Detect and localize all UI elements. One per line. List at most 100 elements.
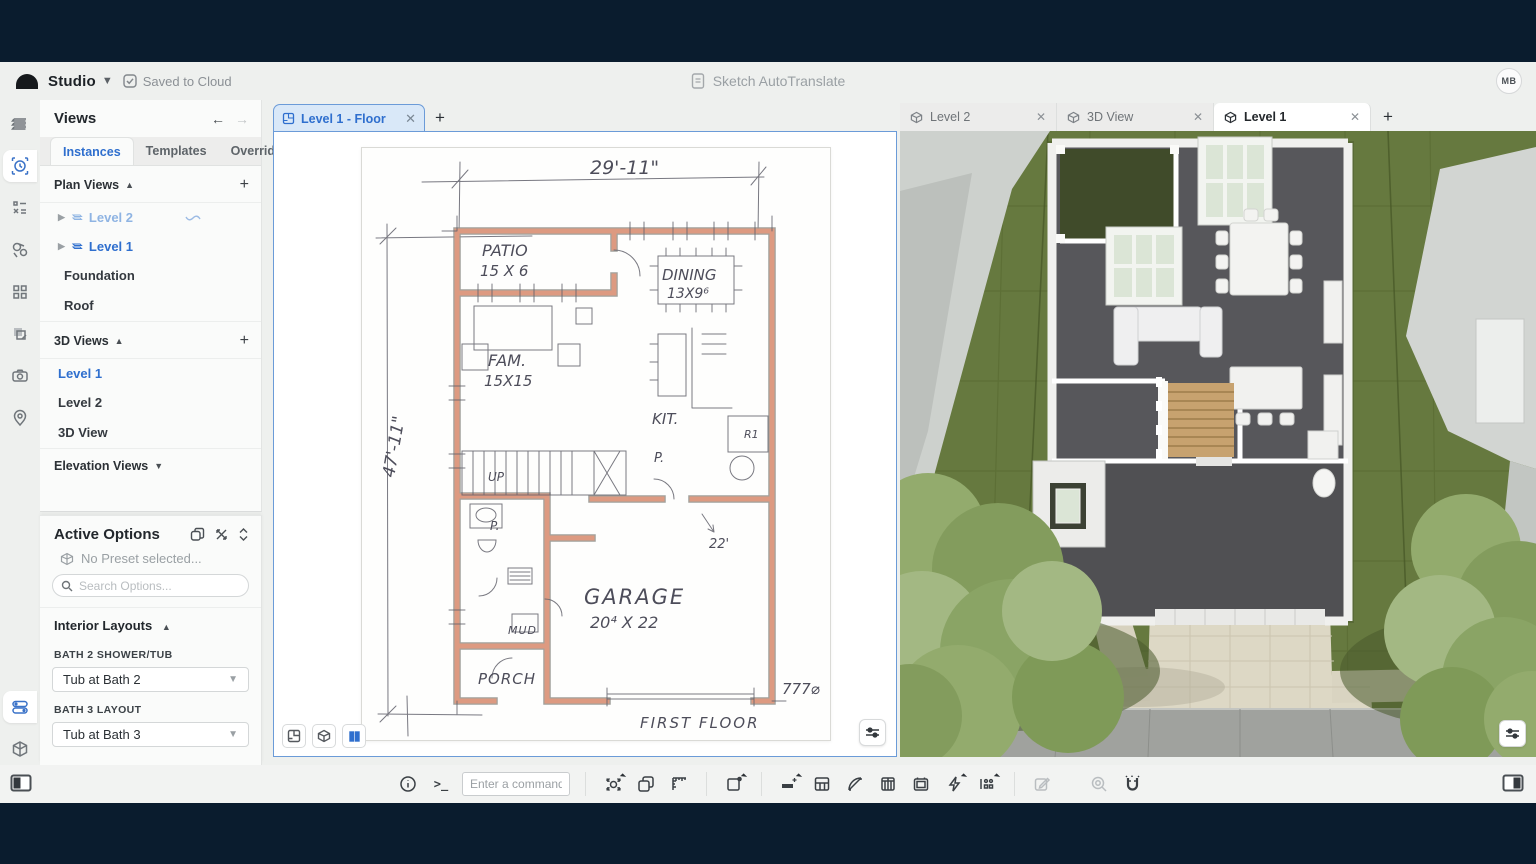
tab-templates[interactable]: Templates bbox=[134, 137, 219, 165]
close-icon[interactable]: ✕ bbox=[405, 111, 416, 127]
canvas-view-buttons bbox=[282, 724, 366, 748]
find-lookup-icon[interactable] bbox=[1087, 772, 1111, 796]
3d-viewport[interactable] bbox=[900, 131, 1536, 757]
checkbox-checked-icon[interactable] bbox=[123, 74, 137, 88]
svg-text:29'-11": 29'-11" bbox=[590, 157, 659, 179]
3d-views-header[interactable]: 3D Views ▲ + bbox=[40, 322, 261, 359]
interior-layouts-header[interactable]: Interior Layouts ▲ bbox=[40, 607, 261, 639]
collapse-caret-icon: ▲ bbox=[115, 336, 124, 346]
avatar[interactable]: MB bbox=[1496, 68, 1522, 94]
window-tool-icon[interactable] bbox=[810, 772, 834, 796]
add-plan-view-button[interactable]: + bbox=[240, 176, 249, 194]
3d-view-item-level1[interactable]: Level 1 bbox=[40, 359, 261, 388]
tab-3dview[interactable]: 3D View ✕ bbox=[1057, 103, 1214, 131]
auto-tool-icon[interactable] bbox=[942, 772, 966, 796]
command-input[interactable] bbox=[462, 772, 570, 796]
variables-icon[interactable] bbox=[3, 192, 37, 224]
search-icon bbox=[61, 580, 73, 592]
expand-caret-icon[interactable]: ▶ bbox=[58, 212, 65, 223]
app-area: Studio ▼ Saved to Cloud Sketch AutoTrans… bbox=[0, 62, 1536, 803]
plan-view-item-level2[interactable]: ▶ Level 2 bbox=[40, 203, 261, 232]
split-view-button[interactable] bbox=[342, 724, 366, 748]
toggle-right-panel-icon[interactable] bbox=[1502, 774, 1524, 797]
active-options-title: Active Options bbox=[54, 526, 190, 543]
document-title: Sketch AutoTranslate bbox=[713, 73, 846, 89]
svg-text:PORCH: PORCH bbox=[478, 670, 536, 688]
sort-icon[interactable] bbox=[238, 527, 249, 542]
tab-level1-floor[interactable]: Level 1 - Floor ✕ bbox=[273, 104, 425, 132]
new-tab-button[interactable]: + bbox=[435, 108, 445, 128]
location-pin-icon[interactable] bbox=[3, 402, 37, 434]
options-search-input[interactable] bbox=[79, 579, 229, 593]
arc-wall-tool-icon[interactable] bbox=[843, 772, 867, 796]
bottom-chrome-bar bbox=[0, 803, 1536, 864]
model-cube-icon[interactable] bbox=[3, 733, 37, 765]
bath2-select[interactable]: Tub at Bath 2 ▼ bbox=[52, 667, 249, 692]
active-options-toggles-icon[interactable] bbox=[3, 691, 37, 723]
svg-text:FIRST FLOOR: FIRST FLOOR bbox=[640, 714, 760, 732]
svg-text:DINING: DINING bbox=[662, 266, 716, 284]
add-3d-view-button[interactable]: + bbox=[240, 332, 249, 350]
3d-view-item-3dview[interactable]: 3D View bbox=[40, 417, 261, 449]
command-prompt-icon[interactable]: >_ bbox=[429, 772, 453, 796]
svg-text:15X15: 15X15 bbox=[484, 372, 532, 390]
model-mode-button[interactable] bbox=[312, 724, 336, 748]
cabinet-tool-icon[interactable] bbox=[909, 772, 933, 796]
options-search[interactable] bbox=[52, 574, 249, 597]
chevron-down-icon[interactable]: ▼ bbox=[102, 75, 113, 87]
svg-text:PATIO: PATIO bbox=[482, 241, 528, 260]
plan-view-item-foundation[interactable]: Foundation bbox=[40, 261, 261, 290]
shapes-group-icon[interactable] bbox=[3, 234, 37, 266]
svg-text:P.: P. bbox=[654, 451, 664, 466]
svg-text:FAM.: FAM. bbox=[488, 351, 526, 370]
elevation-views-header[interactable]: Elevation Views ▼ bbox=[40, 449, 261, 481]
view-settings-button[interactable] bbox=[1499, 720, 1526, 747]
layers-list-icon[interactable] bbox=[3, 108, 37, 140]
duplicate-tool-icon[interactable] bbox=[634, 772, 658, 796]
plan-views-header[interactable]: Plan Views ▲ + bbox=[40, 166, 261, 203]
plan-view-item-level1[interactable]: ▶ Level 1 bbox=[40, 232, 261, 261]
document-icon bbox=[691, 73, 705, 89]
wall-tool-icon[interactable] bbox=[777, 772, 801, 796]
duplicate-icon[interactable] bbox=[190, 527, 205, 542]
app-title: Studio bbox=[48, 73, 96, 90]
door-tool-icon[interactable] bbox=[876, 772, 900, 796]
close-icon[interactable]: ✕ bbox=[1036, 110, 1046, 124]
chevron-down-icon: ▼ bbox=[228, 674, 238, 685]
views-clock-icon[interactable] bbox=[3, 150, 37, 182]
bath3-select[interactable]: Tub at Bath 3 ▼ bbox=[52, 722, 249, 747]
3d-view-item-level2[interactable]: Level 2 bbox=[40, 388, 261, 417]
select-tool-icon[interactable] bbox=[601, 772, 625, 796]
plan-mode-button[interactable] bbox=[282, 724, 306, 748]
collapse-caret-icon: ▲ bbox=[162, 622, 171, 632]
tab-level2-3d[interactable]: Level 2 ✕ bbox=[900, 103, 1057, 131]
back-arrow-icon[interactable]: ← bbox=[211, 111, 225, 127]
info-icon[interactable] bbox=[396, 772, 420, 796]
room-tool-icon[interactable] bbox=[722, 772, 746, 796]
apps-grid-icon[interactable] bbox=[3, 276, 37, 308]
snap-magnet-icon[interactable] bbox=[1120, 772, 1144, 796]
collapse-icon[interactable] bbox=[215, 527, 228, 542]
close-icon[interactable]: ✕ bbox=[1350, 110, 1360, 124]
bottom-toolbar: >_ bbox=[0, 765, 1536, 803]
app-window: Studio ▼ Saved to Cloud Sketch AutoTrans… bbox=[0, 0, 1536, 864]
floorplan-canvas[interactable]: 29'-11" 47'-11" PATIO 15 X 6 DINING 13X9… bbox=[273, 131, 897, 757]
camera-icon[interactable] bbox=[3, 360, 37, 392]
forward-arrow-icon[interactable]: → bbox=[235, 111, 249, 127]
materials-icon[interactable] bbox=[3, 318, 37, 350]
expand-caret-icon[interactable]: ▶ bbox=[58, 241, 65, 252]
edit-share-icon[interactable] bbox=[1030, 772, 1054, 796]
array-tool-icon[interactable] bbox=[975, 772, 999, 796]
preset-status-label: No Preset selected... bbox=[81, 551, 202, 566]
measure-tool-icon[interactable] bbox=[667, 772, 691, 796]
svg-text:22': 22' bbox=[709, 537, 729, 552]
tab-instances[interactable]: Instances bbox=[50, 137, 134, 165]
toggle-left-panel-icon[interactable] bbox=[10, 774, 32, 797]
chevron-down-icon: ▼ bbox=[228, 729, 238, 740]
view-settings-button[interactable] bbox=[859, 719, 886, 746]
tab-level1-3d[interactable]: Level 1 ✕ bbox=[1214, 103, 1371, 131]
plan-view-item-roof[interactable]: Roof bbox=[40, 290, 261, 322]
left-icon-rail bbox=[0, 100, 40, 765]
close-icon[interactable]: ✕ bbox=[1193, 110, 1203, 124]
new-tab-button[interactable]: + bbox=[1383, 107, 1393, 127]
